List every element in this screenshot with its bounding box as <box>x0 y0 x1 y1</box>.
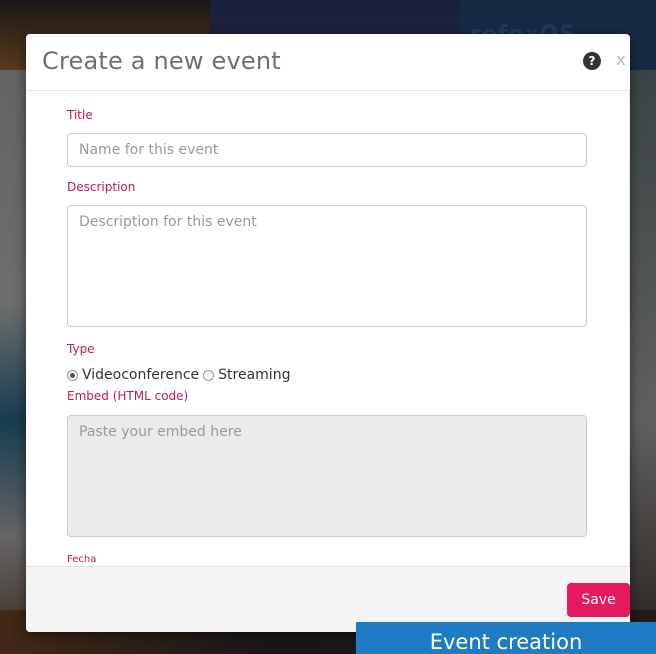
embed-textarea[interactable]: Paste your embed here <box>67 415 587 537</box>
caption-banner: Event creation <box>356 622 656 654</box>
help-icon[interactable]: ? <box>583 52 601 70</box>
streaming-radio[interactable] <box>203 369 215 381</box>
type-radio-group: Videoconference Streaming <box>67 365 294 385</box>
type-label: Type <box>67 342 95 356</box>
create-event-modal: Create a new event ? x Title Name for th… <box>26 34 630 632</box>
modal-title: Create a new event <box>42 47 281 75</box>
save-button[interactable]: Save <box>567 583 630 617</box>
modal-body: Title Name for this event Description De… <box>26 91 630 566</box>
title-input[interactable]: Name for this event <box>67 133 587 167</box>
fecha-label: Fecha <box>67 554 97 565</box>
modal-header: Create a new event ? x <box>26 34 630 91</box>
description-label: Description <box>67 180 136 194</box>
videoconference-radio-label[interactable]: Videoconference <box>82 367 199 383</box>
title-label: Title <box>67 108 93 122</box>
embed-label: Embed (HTML code) <box>67 389 189 403</box>
modal-scrollbar[interactable]: ▲ ▼ <box>629 91 630 566</box>
streaming-radio-label[interactable]: Streaming <box>218 367 290 383</box>
description-textarea[interactable]: Description for this event <box>67 205 587 327</box>
close-icon[interactable]: x <box>615 50 627 70</box>
videoconference-radio[interactable] <box>67 369 78 381</box>
